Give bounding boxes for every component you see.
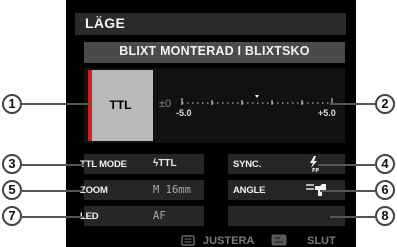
empty-row[interactable]	[228, 206, 345, 226]
scale-min-label: -5.0	[176, 108, 192, 118]
page-title: LÄGE	[85, 15, 126, 31]
adjust-label[interactable]: JUSTERA	[203, 235, 254, 247]
svg-text:FP: FP	[312, 168, 319, 173]
callout-3: 3	[2, 154, 22, 174]
callout-leader-4	[318, 164, 375, 166]
callout-leader-5	[22, 190, 84, 192]
callout-2: 2	[375, 94, 395, 114]
flash-angle-icon	[306, 184, 326, 196]
angle-label: ANGLE	[233, 185, 266, 196]
ttl-mode-label: TTL MODE	[80, 159, 127, 170]
callout-leader-7	[22, 216, 84, 218]
callout-6: 6	[375, 180, 395, 200]
callout-leader-8	[330, 216, 375, 218]
mode-selector-label: TTL	[109, 98, 132, 112]
back-icon	[271, 234, 287, 246]
zoom-value: M 16mm	[153, 184, 191, 196]
callout-1: 1	[2, 94, 22, 114]
callout-leader-3	[22, 164, 84, 166]
callout-7: 7	[2, 206, 22, 226]
callout-leader-2	[330, 103, 375, 105]
flash-mode-text: BLIXT MONTERAD I BLIXTSKO	[119, 44, 310, 58]
sync-label: SYNC.	[233, 159, 262, 170]
scale-pointer-icon	[255, 95, 259, 98]
menu-icon	[181, 235, 195, 246]
callout-leader-6	[320, 190, 375, 192]
scale-max-label: +5.0	[318, 108, 336, 118]
ttl-mode-value: ϟTTL	[153, 158, 177, 169]
callout-5: 5	[2, 180, 22, 200]
led-row[interactable]	[84, 206, 204, 226]
led-value: AF	[153, 210, 166, 222]
callout-4: 4	[375, 154, 395, 174]
compensation-scale[interactable]	[178, 93, 338, 109]
callout-8: 8	[375, 206, 395, 226]
back-label[interactable]: SLUT	[307, 235, 336, 247]
callout-leader-1	[22, 103, 92, 105]
zoom-label: ZOOM	[80, 185, 108, 196]
compensation-value: ±0	[159, 98, 172, 110]
